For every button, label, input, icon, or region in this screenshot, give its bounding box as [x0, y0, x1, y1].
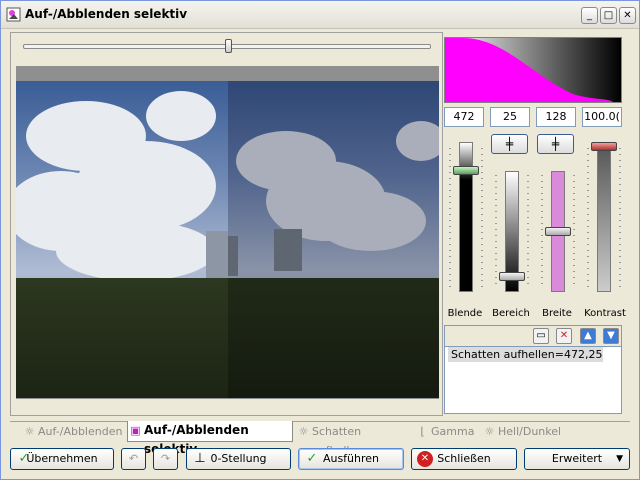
- title-bar[interactable]: Auf-/Abblenden selektiv _ □ ✕: [1, 1, 639, 29]
- apply-button[interactable]: ✓ Übernehmen: [10, 448, 114, 470]
- reset-icon: ⊥: [194, 451, 206, 466]
- blende-slider-thumb[interactable]: [453, 165, 479, 175]
- bereich-value-field[interactable]: 25: [490, 107, 530, 127]
- run-button[interactable]: ✓ Ausführen: [298, 448, 404, 470]
- bereich-slider-thumb[interactable]: [499, 271, 525, 281]
- checkmark-icon: ✓: [306, 451, 318, 466]
- tab-gamma[interactable]: ⌊ Gamma: [415, 422, 477, 442]
- close-button[interactable]: ✕ Schließen: [411, 448, 517, 470]
- minimize-button[interactable]: _: [581, 7, 598, 24]
- sun-icon: ☼: [24, 425, 35, 438]
- folder-icon[interactable]: ▭: [533, 328, 549, 344]
- breite-ticks-right: [573, 175, 575, 288]
- bereich-label: Bereich: [492, 308, 530, 319]
- list-item[interactable]: Schatten aufhellen=472,25,...: [448, 347, 603, 362]
- arrow-down-icon[interactable]: ▼: [603, 328, 619, 344]
- blende-slider-track[interactable]: [459, 142, 473, 292]
- tab-hell-dunkel[interactable]: ☼ Hell/Dunkel: [482, 422, 562, 442]
- app-icon: ▣: [130, 424, 141, 437]
- close-window-button[interactable]: ✕: [619, 7, 636, 24]
- curve-icon: ⌊: [420, 425, 425, 438]
- sun-icon: ☼: [298, 425, 309, 438]
- maximize-button[interactable]: □: [600, 7, 617, 24]
- blende-ticks-right: [481, 148, 483, 288]
- kontrast-slider-track[interactable]: [597, 142, 611, 292]
- blende-ticks: [449, 148, 451, 288]
- tab-schatten-aufhellen[interactable]: ☼Schatten aufhellen: [296, 422, 412, 457]
- kontrast-slider-thumb[interactable]: [591, 142, 617, 151]
- redo-button[interactable]: ↷: [153, 448, 178, 470]
- delete-icon[interactable]: ✕: [556, 328, 572, 344]
- zero-position-button[interactable]: ⊥ 0-Stellung: [186, 448, 291, 470]
- breite-label: Breite: [542, 308, 572, 319]
- breite-slider-thumb[interactable]: [545, 227, 571, 236]
- close-icon: ✕: [417, 451, 433, 467]
- histogram-curve: [445, 38, 614, 102]
- bereich-reset-button[interactable]: ╪: [491, 134, 528, 154]
- blende-label: Blende: [447, 308, 483, 319]
- blende-value-field[interactable]: 472: [444, 107, 484, 127]
- breite-ticks: [541, 175, 543, 288]
- bereich-ticks: [495, 175, 497, 288]
- breite-value-field[interactable]: 128: [536, 107, 576, 127]
- tab-bar: ☼Auf-/Abblenden ▣Auf-/Abblenden selektiv…: [10, 421, 630, 457]
- undo-button[interactable]: ↶: [121, 448, 146, 470]
- window-title: Auf-/Abblenden selektiv: [25, 7, 188, 21]
- advanced-dropdown[interactable]: Erweitert ▼: [524, 448, 630, 470]
- tab-auf-abblenden-selektiv[interactable]: ▣Auf-/Abblenden selektiv: [127, 421, 293, 456]
- arrow-up-icon[interactable]: ▲: [580, 328, 596, 344]
- kontrast-label: Kontrast: [584, 308, 626, 319]
- checkmark-icon: ✓: [18, 451, 30, 466]
- kontrast-ticks: [587, 148, 589, 288]
- bereich-ticks-right: [527, 175, 529, 288]
- kontrast-ticks-right: [619, 148, 621, 288]
- undo-icon: ↶: [128, 452, 139, 465]
- preview-image[interactable]: [16, 81, 439, 398]
- sun-icon: ☼: [484, 425, 495, 438]
- histogram: [444, 37, 622, 103]
- breite-reset-button[interactable]: ╪: [537, 134, 574, 154]
- chevron-down-icon: ▼: [616, 454, 623, 464]
- redo-icon: ↷: [160, 452, 171, 465]
- kontrast-value-field[interactable]: 100.0(: [582, 107, 622, 127]
- app-icon: [6, 7, 21, 22]
- tab-auf-abblenden[interactable]: ☼ Auf-/Abblenden: [22, 422, 124, 442]
- split-slider-thumb[interactable]: [225, 39, 232, 53]
